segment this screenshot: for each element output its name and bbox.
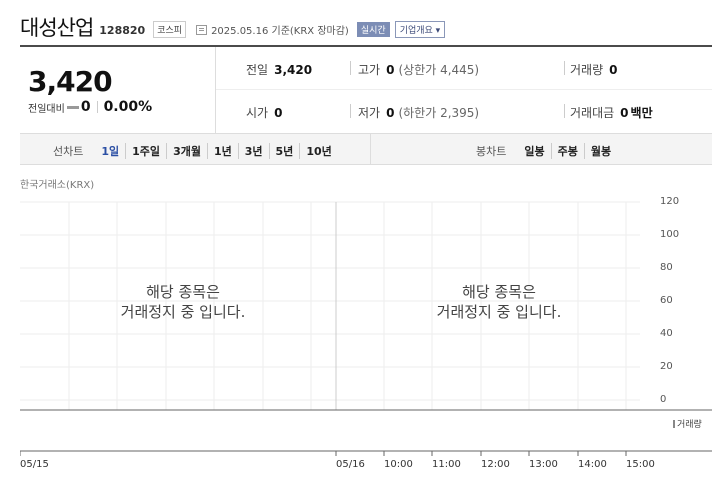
x-tick-label: 14:00 [578,459,607,470]
diff-percent: 0.00% [103,99,153,115]
high-value: 0 [386,62,395,77]
x-axis-line [20,450,712,456]
halt-message-line2: 거래정지 중 입니다. [436,303,562,321]
line-chart-tabs: 선차트 1일 1주일 3개월 1년 3년 5년 10년 [53,143,338,159]
volume-bar-icon [673,419,675,428]
amount-unit: 백만 [630,106,653,120]
x-tick-label: 15:00 [626,459,655,470]
halt-message: 해당 종목은 거래정지 중 입니다. [399,282,599,322]
high-cell: 고가 0 (상한가 4,445) [358,61,479,78]
volume-label: 거래량 [570,63,604,77]
candle-chart-tabs: 봉차트 일봉 주봉 월봉 [476,143,617,159]
tab-candle-2[interactable]: 월봉 [583,143,617,159]
low-cell: 저가 0 (하한가 2,395) [358,104,479,121]
unchanged-icon [66,105,79,109]
info-row: 전일 3,420 고가 0 (상한가 4,445) 거래량 0 [216,47,712,90]
open-value: 0 [274,105,283,120]
open-label: 시가 [246,106,269,120]
candle-chart-label: 봉차트 [476,145,507,158]
halt-message-line1: 해당 종목은 [462,283,536,301]
stock-header: 대성산업 128820 코스피 2025.05.16 기준(KRX 장마감) 실… [20,12,446,42]
y-tick-label: 0 [660,394,667,405]
volume-legend-label: 거래량 [677,420,702,430]
low-label: 저가 [358,106,381,120]
diff-value: 0 [80,99,91,115]
amount-label: 거래대금 [570,106,615,120]
prev-close-value: 3,420 [274,62,313,77]
date-text: 2025.05.16 기준(KRX 장마감) [211,26,349,37]
market-badge: 코스피 [153,20,187,38]
upper-limit: (상한가 4,445) [398,63,480,77]
prev-close-label: 전일 [246,63,269,77]
tab-line-4[interactable]: 3년 [237,143,269,159]
y-tick-label: 60 [660,295,673,306]
current-price: 3,420 [28,65,113,98]
tab-line-0[interactable]: 1일 [95,143,125,159]
amount-cell: 거래대금 0 백만 [570,104,653,121]
amount-value: 0 [620,105,629,120]
company-overview-button[interactable]: 기업개요 ▾ [394,20,446,38]
low-value: 0 [386,105,395,120]
open-cell: 시가 0 [246,104,282,121]
halt-message: 해당 종목은 거래정지 중 입니다. [83,282,283,322]
stock-code: 128820 [99,23,146,37]
chart-tabbar: 선차트 1일 1주일 3개월 1년 3년 5년 10년 봉차트 일봉 주봉 월봉 [20,133,712,165]
volume-legend: 거래량 [673,417,702,430]
x-tick-label: 05/15 [20,459,49,470]
tab-line-3[interactable]: 1년 [206,143,238,159]
volume-value: 0 [609,62,618,77]
volume-cell: 거래량 0 [570,61,617,78]
halt-message-line2: 거래정지 중 입니다. [120,303,246,321]
x-tick-label: 10:00 [384,459,413,470]
divider [564,104,565,118]
y-tick-label: 20 [660,361,673,372]
y-tick-label: 100 [660,229,680,240]
tab-line-2[interactable]: 3개월 [166,143,207,159]
price-summary: 3,420 전일대비 0 0.00% [20,47,216,133]
divider [96,101,98,113]
stock-name: 대성산업 [20,16,94,40]
tab-candle-1[interactable]: 주봉 [550,143,584,159]
calendar-icon [196,24,208,35]
realtime-button[interactable]: 실시간 [356,21,390,37]
tab-line-1[interactable]: 1주일 [125,143,166,159]
divider [564,61,565,75]
diff-label: 전일대비 [28,103,65,115]
x-axis: 05/15 05/16 10:00 11:00 12:00 13:00 14:00 15:00 [20,450,712,484]
high-label: 고가 [358,63,381,77]
price-info-grid: 전일 3,420 고가 0 (상한가 4,445) 거래량 0 시가 0 저가 … [216,47,712,133]
info-row: 시가 0 저가 0 (하한가 2,395) 거래대금 0 백만 [216,90,712,133]
x-tick-label: 11:00 [432,459,461,470]
tab-candle-0[interactable]: 일봉 [518,143,550,159]
divider [350,61,351,75]
prev-close-cell: 전일 3,420 [246,61,312,78]
exchange-label: 한국거래소(KRX) [20,180,95,191]
x-tick-label: 12:00 [481,459,510,470]
halt-message-line1: 해당 종목은 [146,283,220,301]
y-tick-label: 120 [660,196,680,207]
divider [350,104,351,118]
y-tick-label: 80 [660,262,673,273]
x-tick-label: 05/16 [336,459,365,470]
price-chart: 120 100 80 60 40 20 0 해당 종목은 거래정지 중 입니다. 해당 종목… [20,196,712,411]
line-chart-label: 선차트 [53,145,84,158]
tab-line-6[interactable]: 10년 [299,143,337,159]
lower-limit: (하한가 2,395) [398,106,480,120]
price-change: 전일대비 0 0.00% [28,99,152,115]
tab-line-5[interactable]: 5년 [268,143,300,159]
divider [370,134,371,164]
x-tick-label: 13:00 [529,459,558,470]
y-tick-label: 40 [660,328,673,339]
